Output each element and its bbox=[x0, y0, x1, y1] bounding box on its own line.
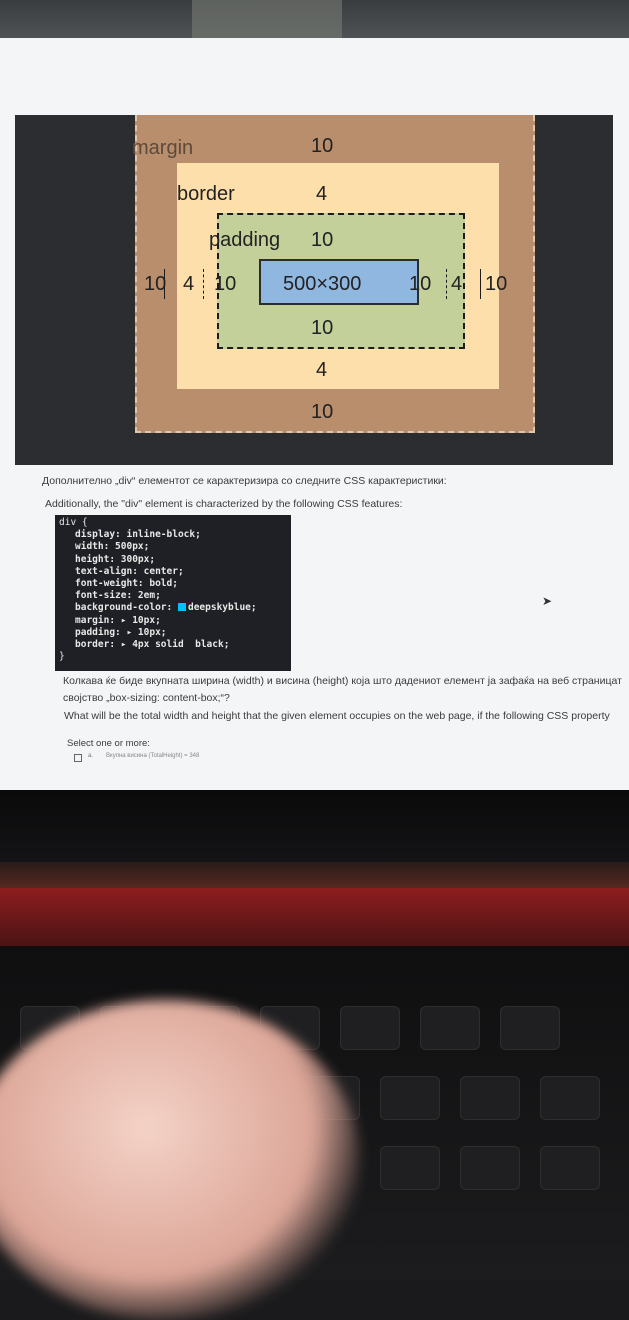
code-line: background-color: deepskyblue; bbox=[59, 602, 291, 614]
border-right-value: 4 bbox=[451, 273, 463, 295]
padding-top-value: 10 bbox=[311, 229, 334, 251]
code-token: deepskyblue; bbox=[187, 602, 257, 614]
screen: margin 10 border 4 padding 10 10 4 10 50… bbox=[0, 38, 629, 798]
code-line: display: inline-block; bbox=[75, 529, 201, 541]
code-line: font-size: 2em; bbox=[75, 590, 161, 602]
keyboard-key bbox=[500, 1006, 560, 1050]
keyboard-key bbox=[460, 1076, 520, 1120]
code-line: } bbox=[59, 651, 65, 663]
padding-left-value: 10 bbox=[214, 273, 237, 295]
option-a-text[interactable]: Вкупна висина (TotalHeight) = 348 bbox=[106, 753, 199, 759]
code-line: margin: ▸ 10px; bbox=[75, 614, 161, 626]
padding-label: padding bbox=[209, 229, 281, 251]
question-text-mk-line1: Колкава ќе биде вкупната ширина (width) … bbox=[63, 675, 622, 687]
keyboard-key bbox=[540, 1146, 600, 1190]
content-size: 500×300 bbox=[283, 273, 362, 295]
color-swatch-icon bbox=[177, 603, 186, 612]
mouse-cursor-icon: ➤ bbox=[542, 594, 553, 608]
question-text-mk-line2: својство „box-sizing: content-box;“? bbox=[63, 692, 230, 704]
divider-line bbox=[446, 269, 448, 299]
border-label: border bbox=[177, 183, 235, 205]
margin-right-value: 10 bbox=[485, 273, 508, 295]
keyboard-key bbox=[380, 1146, 440, 1190]
laptop-red-trim bbox=[0, 888, 629, 946]
border-left-value: 4 bbox=[183, 273, 195, 295]
keyboard-key bbox=[380, 1076, 440, 1120]
border-bottom-value: 4 bbox=[316, 359, 328, 381]
border-top-value: 4 bbox=[316, 183, 328, 205]
margin-label: margin bbox=[132, 137, 194, 159]
divider-line bbox=[203, 269, 205, 299]
divider-line bbox=[164, 269, 165, 299]
laptop-bottom-bezel bbox=[0, 790, 629, 870]
divider-line bbox=[480, 269, 481, 299]
code-line: padding: ▸ 10px; bbox=[75, 626, 167, 638]
padding-right-value: 10 bbox=[409, 273, 432, 295]
code-line: border: ▸ 4px solid black; bbox=[75, 639, 230, 651]
margin-left-value: 10 bbox=[144, 273, 167, 295]
code-line: width: 500px; bbox=[75, 541, 150, 553]
code-token: background-color: bbox=[75, 602, 173, 614]
keyboard-key bbox=[340, 1006, 400, 1050]
select-instruction: Select one or more: bbox=[67, 738, 150, 749]
intro-text-mk: Дополнително „div“ елементот се карактер… bbox=[42, 475, 447, 487]
padding-bottom-value: 10 bbox=[311, 317, 334, 339]
keyboard-key bbox=[460, 1146, 520, 1190]
keyboard-key bbox=[540, 1076, 600, 1120]
code-line: div { bbox=[59, 517, 88, 528]
intro-text-en: Additionally, the "div" element is chara… bbox=[45, 498, 403, 510]
option-a-prefix: a. bbox=[88, 753, 94, 759]
css-code-block: div { display: inline-block; width: 500p… bbox=[55, 515, 291, 671]
code-line: font-weight: bold; bbox=[75, 578, 178, 590]
option-a-checkbox[interactable] bbox=[74, 754, 82, 762]
laptop-hinge bbox=[0, 862, 629, 890]
box-model-diagram: margin 10 border 4 padding 10 10 4 10 50… bbox=[15, 115, 613, 465]
code-line: height: 300px; bbox=[75, 553, 156, 565]
margin-bottom-value: 10 bbox=[311, 401, 334, 423]
question-text-en: What will be the total width and height … bbox=[64, 710, 610, 722]
margin-top-value: 10 bbox=[311, 135, 334, 157]
code-line: text-align: center; bbox=[75, 565, 184, 577]
keyboard-key bbox=[420, 1006, 480, 1050]
